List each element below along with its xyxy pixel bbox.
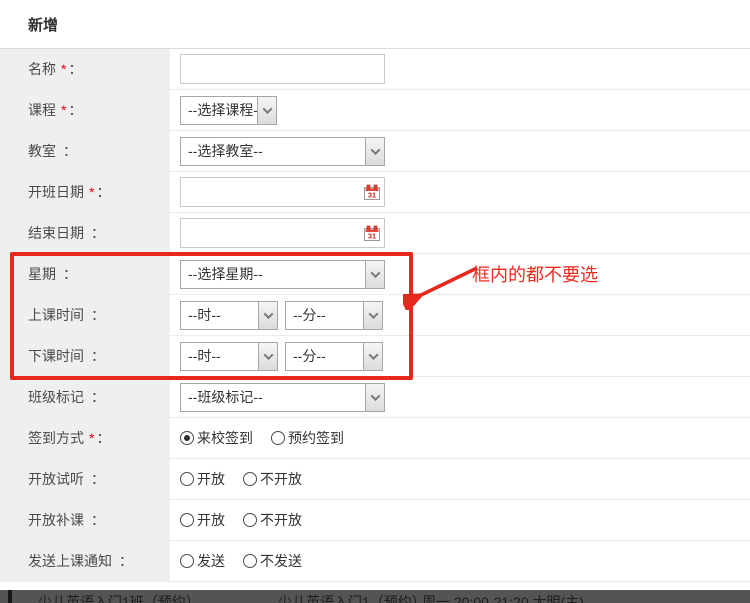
label-colon: ：	[96, 182, 110, 202]
radio-option-appointment-signin[interactable]: 预约签到	[271, 428, 344, 448]
new-class-form-page: 新增 名称*： 课程*： --选择课程-- 教室： --选择教室--	[0, 0, 750, 603]
chevron-down-icon	[363, 343, 382, 370]
classroom-select[interactable]: --选择教室--	[180, 137, 385, 166]
start-hour-select[interactable]: --时--	[180, 301, 278, 330]
field-label: 开放试听	[28, 469, 84, 489]
field-label: 星期	[28, 264, 56, 284]
start-minute-select[interactable]: --分--	[285, 301, 383, 330]
radio-unchecked-icon	[271, 431, 285, 445]
table-row-border-mark	[8, 590, 12, 603]
table-cell: 少儿英语入门1（预约）	[278, 592, 426, 603]
radio-unchecked-icon	[180, 513, 194, 527]
radio-option-trial-closed[interactable]: 不开放	[243, 469, 302, 489]
row-end-date: 结束日期 ： 31	[0, 213, 750, 254]
table-cell: 少儿英语入门1班（预约）	[38, 592, 200, 603]
course-select[interactable]: --选择课程--	[180, 96, 277, 125]
class-tag-select[interactable]: --班级标记--	[180, 383, 385, 412]
label-colon: ：	[96, 428, 110, 448]
field-label: 签到方式	[28, 428, 84, 448]
row-class-start-time: 上课时间 ： --时-- --分--	[0, 295, 750, 336]
field-label: 班级标记	[28, 387, 84, 407]
radio-unchecked-icon	[243, 513, 257, 527]
field-label: 结束日期	[28, 223, 84, 243]
chevron-down-icon	[365, 384, 384, 411]
label-colon: ：	[63, 264, 77, 284]
label-colon: ：	[91, 469, 105, 489]
label-colon: ：	[68, 100, 82, 120]
radio-unchecked-icon	[180, 472, 194, 486]
field-label: 名称	[28, 59, 56, 79]
label-colon: ：	[91, 346, 105, 366]
radio-checked-icon	[180, 431, 194, 445]
label-colon: ：	[91, 510, 105, 530]
radio-option-school-signin[interactable]: 来校签到	[180, 428, 253, 448]
row-start-date: 开班日期 *： 31	[0, 172, 750, 213]
week-select[interactable]: --选择星期--	[180, 260, 385, 289]
field-label: 上课时间	[28, 305, 84, 325]
form: 名称*： 课程*： --选择课程-- 教室： --选择教室--	[0, 49, 750, 582]
radio-unchecked-icon	[243, 554, 257, 568]
calendar-icon[interactable]: 31	[364, 225, 380, 241]
field-label: 发送上课通知	[28, 551, 112, 571]
label-colon: ：	[91, 223, 105, 243]
label-colon: ：	[63, 141, 77, 161]
chevron-down-icon	[258, 302, 277, 329]
radio-option-send[interactable]: 发送	[180, 551, 225, 571]
label-colon: ：	[91, 305, 105, 325]
row-classroom: 教室 ： --选择教室--	[0, 131, 750, 172]
required-asterisk: *	[89, 430, 94, 446]
label-colon: ：	[68, 59, 82, 79]
row-course: 课程 *： --选择课程--	[0, 90, 750, 131]
row-open-trial: 开放试听 ： 开放 不开放	[0, 459, 750, 500]
name-input[interactable]	[180, 54, 385, 84]
page-title: 新增	[28, 14, 58, 35]
row-class-tag: 班级标记 ： --班级标记--	[0, 377, 750, 418]
row-weekday: 星期 ： --选择星期--	[0, 254, 750, 295]
chevron-down-icon	[365, 261, 384, 288]
background-table-row: 少儿英语入门1班（预约） 少儿英语入门1（预约） 周一 20:00-21:20 …	[0, 590, 750, 603]
field-label: 下课时间	[28, 346, 84, 366]
svg-text:31: 31	[368, 232, 376, 241]
field-label: 开班日期	[28, 182, 84, 202]
label-colon: ：	[91, 387, 105, 407]
field-label: 开放补课	[28, 510, 84, 530]
row-class-end-time: 下课时间 ： --时-- --分--	[0, 336, 750, 377]
required-asterisk: *	[61, 61, 66, 77]
radio-unchecked-icon	[180, 554, 194, 568]
radio-option-not-send[interactable]: 不发送	[243, 551, 302, 571]
page-header: 新增	[0, 0, 750, 49]
label-colon: ：	[119, 551, 133, 571]
start-date-input[interactable]	[180, 177, 385, 207]
end-date-input[interactable]	[180, 218, 385, 248]
field-label: 教室	[28, 141, 56, 161]
radio-option-trial-open[interactable]: 开放	[180, 469, 225, 489]
chevron-down-icon	[258, 343, 277, 370]
radio-option-makeup-closed[interactable]: 不开放	[243, 510, 302, 530]
required-asterisk: *	[89, 184, 94, 200]
calendar-icon[interactable]: 31	[364, 184, 380, 200]
table-cell: 周一 20:00-21:20 大明(主)	[422, 592, 584, 603]
field-label: 课程	[28, 100, 56, 120]
end-minute-select[interactable]: --分--	[285, 342, 383, 371]
chevron-down-icon	[363, 302, 382, 329]
row-signin-method: 签到方式 *： 来校签到 预约签到	[0, 418, 750, 459]
row-name: 名称 *：	[0, 49, 750, 90]
row-send-notice: 发送上课通知 ： 发送 不发送	[0, 541, 750, 582]
chevron-down-icon	[365, 138, 384, 165]
radio-unchecked-icon	[243, 472, 257, 486]
required-asterisk: *	[61, 102, 66, 118]
end-hour-select[interactable]: --时--	[180, 342, 278, 371]
radio-option-makeup-open[interactable]: 开放	[180, 510, 225, 530]
svg-text:31: 31	[368, 191, 376, 200]
row-open-makeup: 开放补课 ： 开放 不开放	[0, 500, 750, 541]
chevron-down-icon	[257, 97, 276, 124]
